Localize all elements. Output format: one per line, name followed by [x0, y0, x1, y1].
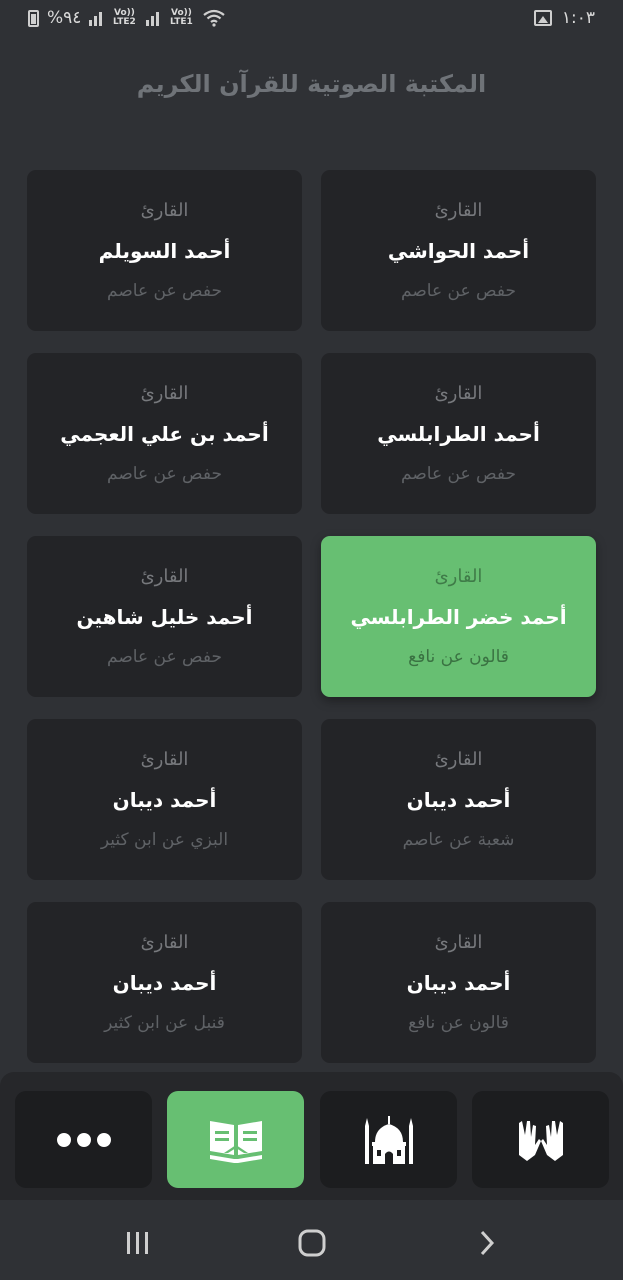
riwaya-text: حفص عن عاصم [107, 464, 222, 484]
reciter-grid: القارئ أحمد الحواشي حفص عن عاصم القارئ أحمد … [27, 170, 596, 1063]
reciter-card[interactable]: القارئ أحمد ديبان قالون عن نافع [321, 902, 596, 1063]
status-left: %٩٤ Vo)) LTE2 Vo)) LTE1 [28, 8, 226, 28]
signal-icon [89, 10, 103, 26]
bottom-navigation [0, 1072, 623, 1200]
reciter-card[interactable]: القارئ أحمد السويلم حفص عن عاصم [27, 170, 302, 331]
home-button[interactable] [297, 1228, 327, 1258]
reciter-name: أحمد خضر الطرابلسي [350, 605, 567, 629]
recent-apps-icon [127, 1232, 148, 1254]
clock: ١:٠٣ [561, 8, 595, 28]
praying-hands-icon [518, 1120, 563, 1161]
riwaya-text: قنبل عن ابن كثير [104, 1013, 225, 1033]
riwaya-text: شعبة عن عاصم [402, 830, 515, 850]
reciter-name: أحمد ديبان [112, 971, 217, 995]
wifi-icon [203, 9, 226, 27]
status-right: ١:٠٣ [533, 8, 595, 28]
reciter-label: القارئ [140, 566, 189, 587]
reciter-label: القارئ [434, 932, 483, 953]
riwaya-text: حفص عن عاصم [107, 281, 222, 301]
reciter-label: القارئ [140, 383, 189, 404]
reciter-card[interactable]: القارئ أحمد الطرابلسي حفص عن عاصم [321, 353, 596, 514]
riwaya-text: حفص عن عاصم [401, 281, 516, 301]
reciter-name: أحمد السويلم [98, 239, 231, 263]
reciter-card[interactable]: القارئ أحمد ديبان شعبة عن عاصم [321, 719, 596, 880]
nav-prayer-button[interactable] [320, 1091, 457, 1188]
riwaya-text: قالون عن نافع [408, 1013, 509, 1033]
riwaya-text: البزي عن ابن كثير [100, 830, 229, 850]
reciter-card[interactable]: القارئ أحمد بن علي العجمي حفص عن عاصم [27, 353, 302, 514]
status-bar: %٩٤ Vo)) LTE2 Vo)) LTE1 ١:٠٣ [0, 0, 623, 36]
reciter-name: أحمد الحواشي [387, 239, 530, 263]
quran-book-icon [209, 1120, 262, 1163]
nav-quran-button[interactable] [167, 1091, 304, 1188]
battery-icon [28, 9, 39, 27]
reciter-label: القارئ [434, 749, 483, 770]
recent-apps-button[interactable] [123, 1228, 153, 1258]
reciter-name: أحمد بن علي العجمي [60, 422, 269, 446]
reciter-card[interactable]: القارئ أحمد خضر الطرابلسي قالون عن نافع [321, 536, 596, 697]
reciter-name: أحمد ديبان [406, 971, 511, 995]
reciter-card[interactable]: القارئ أحمد ديبان قنبل عن ابن كثير [27, 902, 302, 1063]
system-navigation-bar [0, 1200, 623, 1280]
back-button[interactable] [472, 1228, 502, 1258]
reciter-label: القارئ [434, 383, 483, 404]
sim-indicator-1: Vo)) LTE1 [170, 8, 193, 27]
page-title: المكتبة الصوتية للقرآن الكريم [136, 70, 487, 98]
riwaya-text: حفص عن عاصم [107, 647, 222, 667]
reciter-name: أحمد الطرابلسي [377, 422, 540, 446]
reciter-card[interactable]: القارئ أحمد الحواشي حفص عن عاصم [321, 170, 596, 331]
reciter-label: القارئ [140, 200, 189, 221]
reciter-name: أحمد ديبان [406, 788, 511, 812]
reciter-label: القارئ [140, 932, 189, 953]
reciter-label: القارئ [434, 566, 483, 587]
reciter-card[interactable]: القارئ أحمد خليل شاهين حفص عن عاصم [27, 536, 302, 697]
reciter-label: القارئ [140, 749, 189, 770]
nav-duas-button[interactable] [472, 1091, 609, 1188]
chevron-right-icon [480, 1230, 495, 1256]
riwaya-text: قالون عن نافع [408, 647, 509, 667]
image-notification-icon [533, 10, 552, 26]
mosque-icon [364, 1115, 413, 1164]
signal-icon-2 [146, 10, 160, 26]
reciter-card[interactable]: القارئ أحمد ديبان البزي عن ابن كثير [27, 719, 302, 880]
nav-more-button[interactable] [15, 1091, 152, 1188]
riwaya-text: حفص عن عاصم [401, 464, 516, 484]
reciter-label: القارئ [434, 200, 483, 221]
reciter-name: أحمد خليل شاهين [76, 605, 253, 629]
reciter-name: أحمد ديبان [112, 788, 217, 812]
home-icon [298, 1229, 326, 1257]
sim-indicator-2: Vo)) LTE2 [113, 8, 136, 27]
battery-level: %٩٤ [47, 8, 82, 28]
more-dots-icon [56, 1132, 111, 1147]
